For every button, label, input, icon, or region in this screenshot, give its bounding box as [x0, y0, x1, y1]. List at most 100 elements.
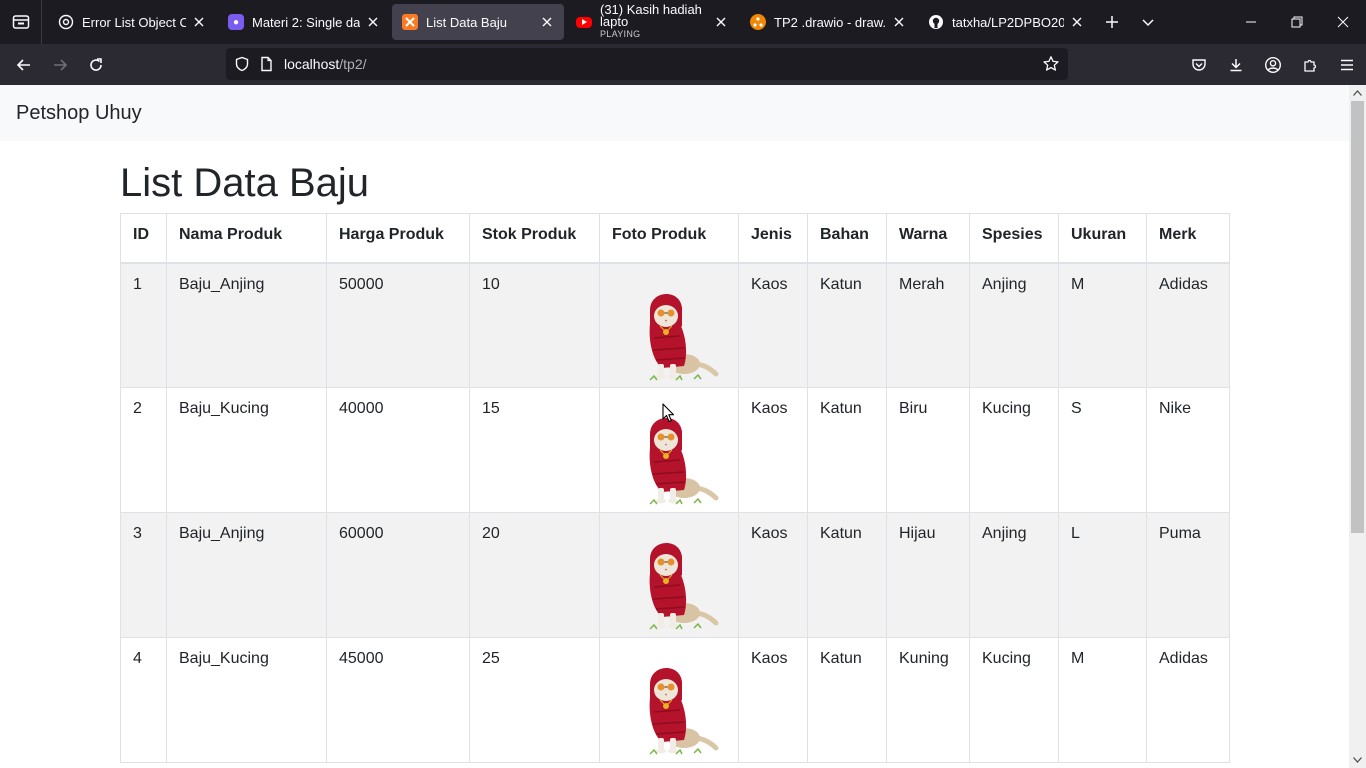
- page-viewport: Petshop Uhuy List Data Baju ID Nama Prod…: [0, 85, 1349, 768]
- reload-icon: [90, 57, 102, 71]
- site-navbar: Petshop Uhuy: [0, 85, 1349, 141]
- firefox-view-icon: [12, 15, 29, 29]
- site-brand[interactable]: Petshop Uhuy: [16, 102, 142, 125]
- downloads-button[interactable]: [1218, 49, 1254, 81]
- tab-title: TP2 .drawio - draw.io: [774, 14, 886, 30]
- cell-foto-produk: [599, 637, 739, 763]
- browser-tab[interactable]: tatxha/LP2DPBO2024C: [918, 4, 1094, 40]
- pocket-icon: [1192, 58, 1206, 71]
- table-row: 1 Baju_Anjing 50000 10 Kaos Katun Merah Anjing…: [120, 262, 1230, 388]
- shield-icon[interactable]: [234, 56, 250, 72]
- hamburger-menu-icon: [1341, 59, 1353, 70]
- bookmark-star-icon[interactable]: [1042, 55, 1060, 73]
- cell-bahan: Katun: [807, 512, 887, 638]
- minimize-button[interactable]: [1228, 0, 1274, 44]
- url-path: /tp2/: [339, 56, 367, 72]
- browser-tab[interactable]: (31) Kasih hadiah lapto PLAYING: [566, 4, 738, 40]
- cell-harga-produk: 60000: [326, 512, 470, 638]
- cell-id: 3: [120, 512, 167, 638]
- cell-ukuran: S: [1058, 387, 1147, 513]
- column-header-ukuran: Ukuran: [1058, 213, 1147, 264]
- cell-jenis: Kaos: [738, 262, 808, 388]
- forward-button[interactable]: [42, 49, 78, 81]
- cell-nama-produk: Baju_Anjing: [166, 512, 327, 638]
- cell-ukuran: L: [1058, 512, 1147, 638]
- cell-warna: Kuning: [886, 637, 970, 763]
- restore-button[interactable]: [1274, 0, 1320, 44]
- pocket-button[interactable]: [1181, 49, 1217, 81]
- url-text[interactable]: localhost/tp2/: [284, 56, 367, 72]
- tab-title: Materi 2: Single dan M: [252, 14, 360, 30]
- xampp-favicon-icon: [402, 14, 418, 30]
- close-tab-icon[interactable]: [540, 15, 554, 29]
- page-icon[interactable]: [258, 56, 274, 72]
- cell-ukuran: M: [1058, 262, 1147, 388]
- list-all-tabs-button[interactable]: [1130, 4, 1166, 40]
- column-header-merk: Merk: [1146, 213, 1230, 264]
- openai-favicon-icon: [58, 14, 74, 30]
- tab-title: List Data Baju: [426, 14, 507, 30]
- url-host: localhost: [284, 56, 340, 72]
- cell-jenis: Kaos: [738, 387, 808, 513]
- product-table: ID Nama Produk Harga Produk Stok Produk …: [120, 213, 1230, 763]
- arrow-right-icon: [54, 58, 68, 71]
- close-tab-icon[interactable]: [192, 15, 206, 29]
- scroll-down-arrow-icon[interactable]: [1349, 753, 1366, 767]
- extensions-button[interactable]: [1292, 49, 1328, 81]
- cell-id: 2: [120, 387, 167, 513]
- new-tab-button[interactable]: [1094, 4, 1130, 40]
- cell-ukuran: M: [1058, 637, 1147, 763]
- mouse-cursor-icon: [662, 403, 675, 423]
- plus-icon: [1106, 16, 1118, 28]
- browser-tab-active[interactable]: List Data Baju: [392, 4, 564, 40]
- cell-nama-produk: Baju_Anjing: [166, 262, 327, 388]
- firefox-view-button[interactable]: [0, 0, 42, 44]
- address-bar[interactable]: localhost/tp2/: [226, 48, 1068, 80]
- reload-button[interactable]: [78, 49, 114, 81]
- close-tab-icon[interactable]: [714, 15, 728, 29]
- account-button[interactable]: [1255, 49, 1291, 81]
- page-scrollbar[interactable]: [1349, 85, 1366, 768]
- puzzle-icon: [1304, 59, 1317, 72]
- close-tab-icon[interactable]: [366, 15, 380, 29]
- column-header-nama-produk: Nama Produk: [166, 213, 327, 264]
- cell-nama-produk: Baju_Kucing: [166, 637, 327, 763]
- column-header-harga-produk: Harga Produk: [326, 213, 470, 264]
- column-header-spesies: Spesies: [969, 213, 1059, 264]
- cell-harga-produk: 40000: [326, 387, 470, 513]
- table-row: 2 Baju_Kucing 40000 15 Kaos Katun Biru Kucing S…: [120, 387, 1230, 513]
- tab-bar: Error List Object Callab ● Materi 2: Sin…: [0, 0, 1366, 44]
- tab-playing-label: PLAYING: [600, 29, 641, 39]
- close-tab-icon[interactable]: [1070, 15, 1084, 29]
- drawio-favicon-icon: [750, 14, 766, 30]
- scrollbar-thumb[interactable]: [1351, 101, 1364, 533]
- browser-tab[interactable]: ● Materi 2: Single dan M: [218, 4, 390, 40]
- cell-warna: Biru: [886, 387, 970, 513]
- close-window-button[interactable]: [1320, 0, 1366, 44]
- cell-bahan: Katun: [807, 637, 887, 763]
- cell-merk: Adidas: [1146, 262, 1230, 388]
- column-header-jenis: Jenis: [738, 213, 808, 264]
- cell-bahan: Katun: [807, 262, 887, 388]
- restore-icon: [1291, 16, 1303, 28]
- cell-harga-produk: 45000: [326, 637, 470, 763]
- product-photo: [649, 667, 719, 755]
- tab-title: Error List Object Callab: [82, 14, 186, 30]
- browser-tab[interactable]: TP2 .drawio - draw.io: [740, 4, 916, 40]
- product-photo: [649, 417, 719, 505]
- cell-merk: Nike: [1146, 387, 1230, 513]
- chevron-down-icon: [1142, 19, 1154, 27]
- table-row: 4 Baju_Kucing 45000 25 Kaos Katun Kuning Kucin…: [120, 637, 1230, 763]
- back-button[interactable]: [6, 49, 42, 81]
- cell-stok-produk: 10: [469, 262, 600, 388]
- product-photo: [649, 293, 719, 381]
- close-tab-icon[interactable]: [892, 15, 906, 29]
- browser-tab[interactable]: Error List Object Callab: [48, 4, 216, 40]
- cell-spesies: Kucing: [969, 387, 1059, 513]
- cell-stok-produk: 15: [469, 387, 600, 513]
- arrow-left-icon: [16, 58, 30, 71]
- cell-id: 1: [120, 262, 167, 388]
- app-menu-button[interactable]: [1329, 49, 1365, 81]
- scroll-up-arrow-icon[interactable]: [1349, 86, 1366, 100]
- main-container: List Data Baju ID Nama Produk Harga Prod…: [120, 158, 1230, 763]
